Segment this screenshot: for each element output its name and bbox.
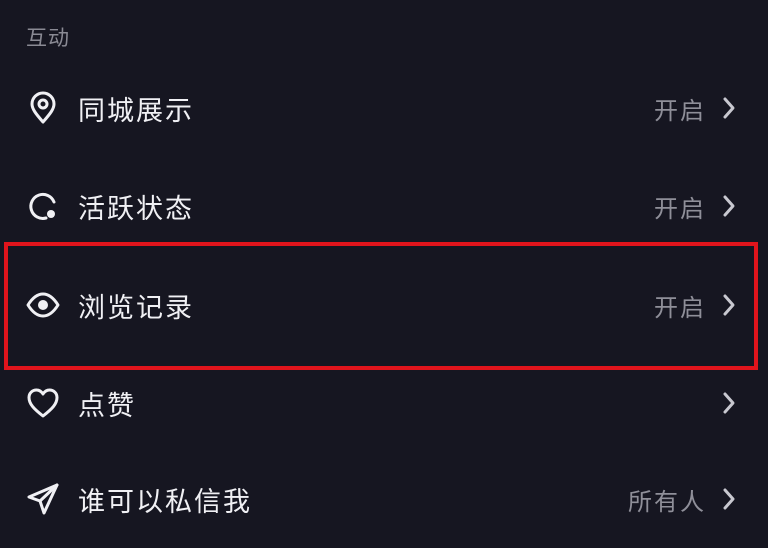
setting-row-likes[interactable]: 点赞 (0, 354, 768, 452)
eye-icon (24, 286, 62, 324)
setting-value: 所有人 (628, 487, 706, 516)
chevron-right-icon (718, 191, 740, 221)
location-pin-icon (24, 89, 62, 127)
chevron-right-icon (718, 388, 740, 418)
setting-row-local-display[interactable]: 同城展示 开启 (0, 59, 768, 157)
chevron-right-icon (718, 290, 740, 320)
setting-row-active-status[interactable]: 活跃状态 开启 (0, 157, 768, 255)
section-title: 互动 (26, 26, 70, 50)
setting-label: 同城展示 (78, 95, 194, 127)
activity-status-icon (24, 187, 62, 225)
setting-value: 开启 (654, 293, 706, 322)
setting-value: 开启 (654, 96, 706, 125)
chevron-right-icon (718, 93, 740, 123)
paper-plane-icon (24, 480, 62, 518)
setting-value: 开启 (654, 194, 706, 223)
heart-icon (24, 384, 62, 422)
setting-label: 浏览记录 (78, 292, 194, 324)
setting-label: 活跃状态 (78, 193, 194, 225)
setting-label: 谁可以私信我 (78, 486, 252, 518)
setting-label: 点赞 (78, 390, 136, 422)
setting-row-browse-history[interactable]: 浏览记录 开启 (0, 256, 768, 354)
setting-row-direct-message[interactable]: 谁可以私信我 所有人 (0, 450, 768, 548)
